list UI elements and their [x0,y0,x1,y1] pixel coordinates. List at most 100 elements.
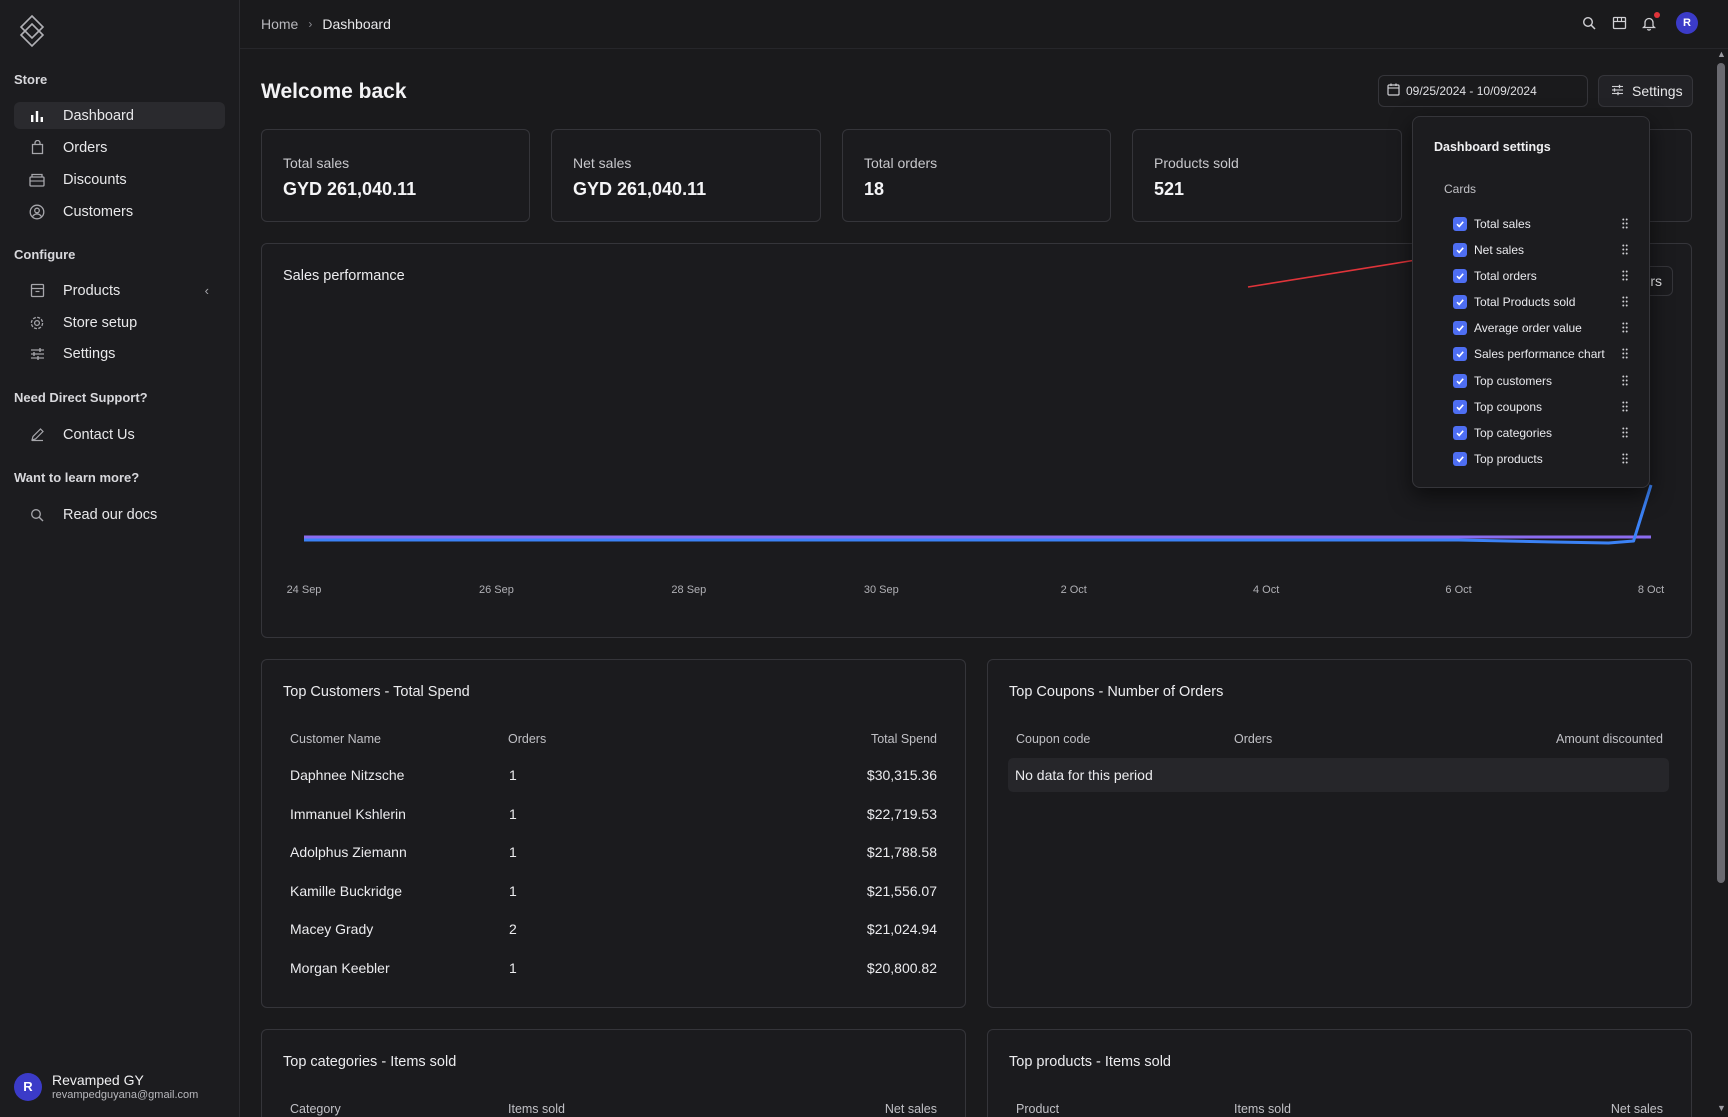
bar-chart-icon [28,107,46,125]
card-toggle-item[interactable]: Top customers [1453,372,1638,390]
card-title: Top Coupons - Number of Orders [1009,684,1224,700]
notification-dot [1654,12,1660,18]
user-profile[interactable]: R Revamped GY revampedguyana@gmail.com [14,1072,198,1101]
checkbox-checked[interactable] [1453,426,1467,440]
sidebar-item-discounts[interactable]: Discounts [14,166,225,193]
checkbox-checked[interactable] [1453,400,1467,414]
x-tick-label: 30 Sep [864,584,899,596]
checkbox-checked[interactable] [1453,217,1467,231]
scroll-up-icon[interactable]: ▲ [1717,49,1726,59]
sidebar-item-settings[interactable]: Settings [14,340,225,367]
checkbox-checked[interactable] [1453,374,1467,388]
user-circle-icon [28,203,46,221]
card-toggle-item[interactable]: Top products [1453,450,1638,468]
orders-cell: 1 [509,844,517,860]
gear-icon [28,314,46,332]
sidebar-item-customers[interactable]: Customers [14,198,225,225]
x-tick-label: 2 Oct [1061,584,1087,596]
x-tick-label: 4 Oct [1253,584,1279,596]
avatar: R [14,1072,42,1101]
drag-handle-icon[interactable] [1622,375,1628,386]
card-toggle-item[interactable]: Net sales [1453,241,1638,259]
column-header: Net sales [1610,1102,1663,1116]
drag-handle-icon[interactable] [1622,322,1628,333]
avatar[interactable]: R [1676,12,1698,34]
customer-name-cell: Immanuel Kshlerin [290,806,406,822]
checkbox-checked[interactable] [1453,321,1467,335]
date-range-picker[interactable]: 09/25/2024 - 10/09/2024 [1378,75,1588,107]
card-toggle-item[interactable]: Average order value [1453,319,1638,337]
checkbox-checked[interactable] [1453,243,1467,257]
drag-handle-icon[interactable] [1622,427,1628,438]
store-icon[interactable] [1610,14,1628,32]
total-spend-cell: $30,315.36 [866,767,937,783]
stat-card-net-sales: Net sales GYD 261,040.11 [551,129,821,222]
card-toggle-label: Net sales [1474,243,1525,257]
breadcrumb: Home › Dashboard [261,16,391,32]
top-customers-card: Top Customers - Total Spend Customer Nam… [261,659,966,1008]
checkbox-checked[interactable] [1453,347,1467,361]
scroll-down-icon[interactable]: ▼ [1717,1103,1726,1113]
card-toggle-label: Top coupons [1474,400,1543,414]
stat-label: Products sold [1154,155,1239,171]
settings-button[interactable]: Settings [1598,75,1693,107]
search-icon [28,506,46,524]
sidebar-item-orders[interactable]: Orders [14,134,225,161]
chevron-left-icon[interactable]: ‹ [205,283,209,298]
breadcrumb-home[interactable]: Home [261,16,298,32]
drag-handle-icon[interactable] [1622,244,1628,255]
total-spend-cell: $21,788.58 [866,844,937,860]
column-header: Orders [508,732,547,746]
sidebar-item-label: Dashboard [63,107,134,124]
user-email: revampedguyana@gmail.com [52,1089,199,1101]
sidebar-item-store-setup[interactable]: Store setup [14,309,225,336]
top-categories-card: Top categories - Items sold Category Ite… [261,1029,966,1117]
x-tick-label: 6 Oct [1445,584,1471,596]
top-products-card: Top products - Items sold Product Items … [987,1029,1692,1117]
logo-icon[interactable] [18,14,46,48]
sidebar-item-products[interactable]: Products ‹ [14,277,225,304]
annotation-arrow [1247,255,1423,288]
sidebar-item-docs[interactable]: Read our docs [14,501,225,528]
orders-cell: 2 [509,921,517,937]
discount-icon [28,171,46,189]
card-title: Top products - Items sold [1009,1054,1171,1070]
drag-handle-icon[interactable] [1622,348,1628,359]
search-icon[interactable] [1580,14,1598,32]
customer-name-cell: Macey Grady [290,921,374,937]
column-header: Items sold [1234,1102,1291,1116]
drag-handle-icon[interactable] [1622,270,1628,281]
x-tick-label: 8 Oct [1638,584,1664,596]
orders-cell: 1 [509,960,517,976]
checkbox-checked[interactable] [1453,295,1467,309]
card-toggle-item[interactable]: Sales performance chart [1453,345,1638,363]
empty-state-row: No data for this period [1008,758,1669,792]
total-spend-cell: $21,556.07 [866,883,937,899]
column-header: Amount discounted [1555,732,1663,746]
sidebar-item-label: Settings [63,345,116,362]
checkbox-checked[interactable] [1453,452,1467,466]
card-toggle-item[interactable]: Top coupons [1453,398,1638,416]
settings-button-label: Settings [1632,83,1683,99]
drag-handle-icon[interactable] [1622,453,1628,464]
drag-handle-icon[interactable] [1622,401,1628,412]
scrollbar[interactable]: ▲ ▼ [1714,49,1728,1117]
scroll-thumb[interactable] [1717,63,1725,883]
drag-handle-icon[interactable] [1622,218,1628,229]
series-line-0 [304,484,1653,545]
bell-icon[interactable] [1640,12,1660,32]
drag-handle-icon[interactable] [1622,296,1628,307]
card-toggle-item[interactable]: Total sales [1453,215,1638,233]
sidebar-item-label: Products [63,282,121,299]
sidebar-item-label: Customers [63,203,134,220]
card-toggle-item[interactable]: Top categories [1453,424,1638,442]
checkbox-checked[interactable] [1453,269,1467,283]
popover-title: Dashboard settings [1434,140,1551,154]
card-toggle-item[interactable]: Total Products sold [1453,293,1638,311]
sidebar-item-label: Orders [63,139,108,156]
sidebar-item-contact[interactable]: Contact Us [14,421,225,448]
card-toggle-item[interactable]: Total orders [1453,267,1638,285]
sidebar-item-dashboard[interactable]: Dashboard [14,102,225,129]
stat-card-total-sales: Total sales GYD 261,040.11 [261,129,530,222]
stat-value: 521 [1154,179,1185,199]
